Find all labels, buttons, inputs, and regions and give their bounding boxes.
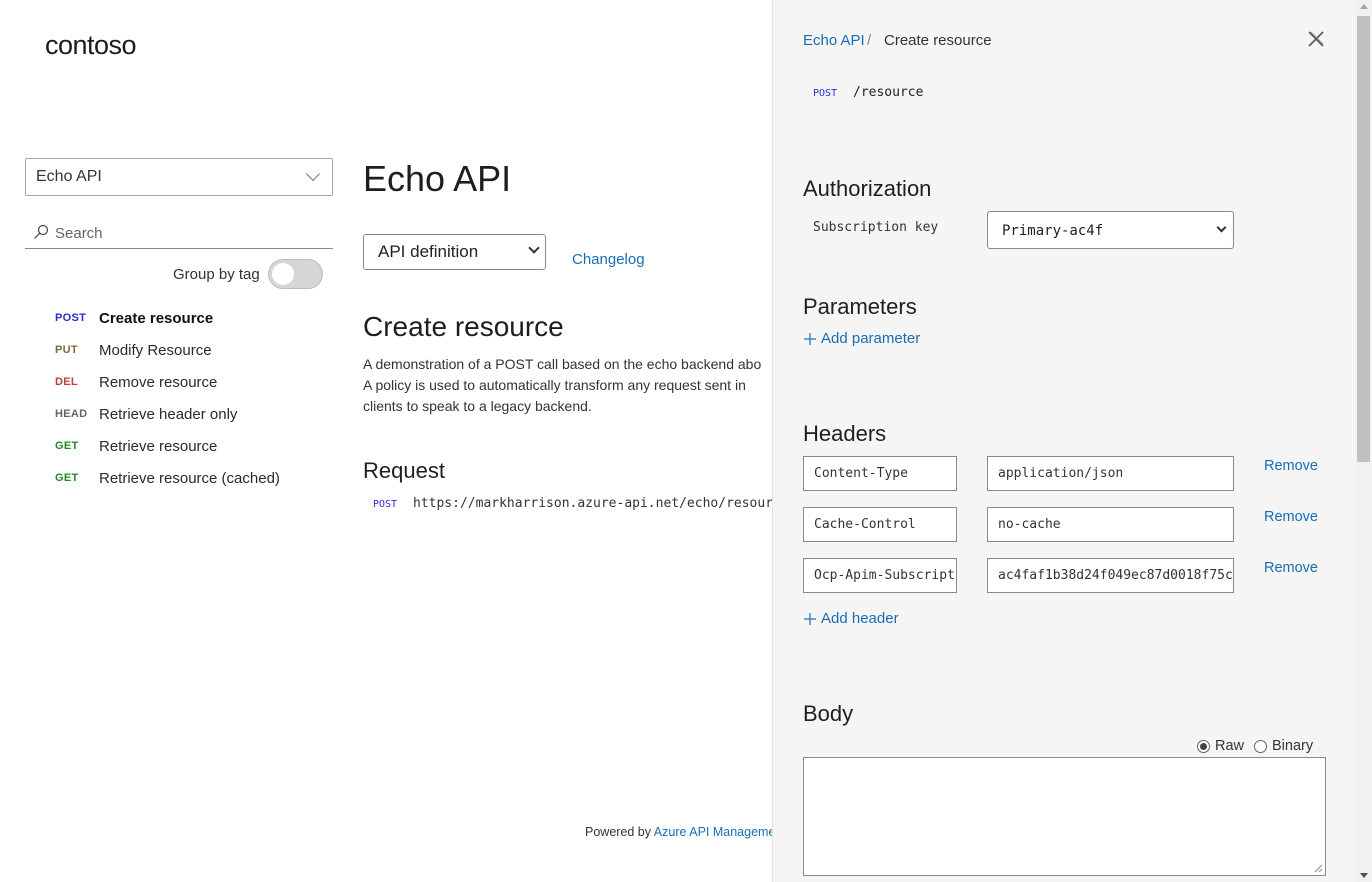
headers-title: Headers <box>803 421 887 446</box>
footer-text: Powered by <box>585 825 654 839</box>
scroll-up-arrow-icon[interactable] <box>1360 4 1368 9</box>
add-parameter-label: Add parameter <box>821 330 921 347</box>
vertical-scrollbar[interactable] <box>1355 0 1372 882</box>
binary-label: Binary <box>1272 738 1314 754</box>
header-value-field[interactable]: no-cache <box>987 507 1234 542</box>
method-badge: GET <box>55 440 79 452</box>
operation-name: Remove resource <box>99 373 218 391</box>
remove-header-button[interactable]: Remove <box>1264 458 1318 474</box>
group-by-tag-toggle[interactable] <box>268 259 323 289</box>
request-url: https://markharrison.azure-api.net/echo/… <box>413 496 772 511</box>
resize-grip-icon[interactable] <box>1313 863 1323 873</box>
footer: Powered by Azure API Management <box>585 825 772 839</box>
plus-icon <box>804 612 816 625</box>
add-header-button[interactable]: Add header <box>803 610 899 627</box>
api-selector-value: Echo API <box>36 168 102 185</box>
breadcrumb-current: Create resource <box>884 32 992 49</box>
try-it-panel: Echo API / Create resource POST /resourc… <box>772 0 1372 882</box>
chevron-down-icon <box>528 242 540 254</box>
scroll-down-arrow-icon[interactable] <box>1360 873 1368 878</box>
api-selector[interactable]: Echo API <box>25 158 333 196</box>
operation-item-retrieve-header-only[interactable]: HEAD Retrieve header only <box>55 398 335 430</box>
toggle-knob <box>272 263 294 285</box>
operation-path: /resource <box>853 85 924 100</box>
operation-name: Create resource <box>99 309 214 327</box>
method-badge: POST <box>55 312 87 324</box>
breadcrumb-api-link[interactable]: Echo API <box>803 32 865 49</box>
method-badge: DEL <box>55 376 78 388</box>
subscription-key-label: Subscription key <box>813 220 939 235</box>
header-value-field[interactable]: ac4faf1b38d24f049ec87d0018f75c <box>987 558 1234 593</box>
operation-name: Retrieve resource (cached) <box>99 469 280 487</box>
authorization-title: Authorization <box>803 176 932 201</box>
chevron-down-icon <box>1216 222 1227 233</box>
operation-item-create-resource[interactable]: POST Create resource <box>55 302 335 334</box>
request-title: Request <box>363 458 445 483</box>
method-badge: PUT <box>55 344 78 356</box>
header-name-field[interactable]: Ocp-Apim-Subscription-Key <box>803 558 957 593</box>
operation-item-modify-resource[interactable]: PUT Modify Resource <box>55 334 335 366</box>
remove-header-button[interactable]: Remove <box>1264 560 1318 576</box>
add-parameter-button[interactable]: Add parameter <box>803 330 920 347</box>
search-icon <box>34 224 49 239</box>
subscription-key-value: Primary-ac4f <box>1002 223 1104 239</box>
operation-name: Modify Resource <box>99 341 212 359</box>
chevron-down-icon <box>305 166 321 182</box>
body-format-options: Raw Binary <box>1197 738 1313 754</box>
method-badge: HEAD <box>55 408 88 420</box>
operation-name: Retrieve resource <box>99 437 218 455</box>
logo: contoso <box>45 30 137 60</box>
plus-icon <box>804 332 816 345</box>
operation-name: Retrieve header only <box>99 405 238 423</box>
operation-item-retrieve-resource[interactable]: GET Retrieve resource <box>55 430 335 462</box>
add-header-label: Add header <box>821 610 899 627</box>
operation-item-remove-resource[interactable]: DEL Remove resource <box>55 366 335 398</box>
close-icon[interactable] <box>1306 29 1326 49</box>
raw-radio[interactable] <box>1197 739 1210 753</box>
raw-label: Raw <box>1215 738 1245 754</box>
subscription-key-select[interactable]: Primary-ac4f <box>987 211 1234 249</box>
operation-title: Create resource <box>363 311 564 342</box>
body-title: Body <box>803 701 854 726</box>
header-value-field[interactable]: application/json <box>987 456 1234 491</box>
changelog-link[interactable]: Changelog <box>572 251 645 268</box>
operation-list: POST Create resource PUT Modify Resource… <box>55 302 335 494</box>
api-definition-value: API definition <box>378 242 479 261</box>
binary-radio[interactable] <box>1254 739 1268 753</box>
scrollbar-thumb[interactable] <box>1357 16 1370 462</box>
remove-header-button[interactable]: Remove <box>1264 509 1318 525</box>
parameters-title: Parameters <box>803 294 917 319</box>
operation-item-retrieve-resource-cached[interactable]: GET Retrieve resource (cached) <box>55 462 335 494</box>
search-box <box>25 216 333 249</box>
header-name-field[interactable]: Cache-Control <box>803 507 957 542</box>
footer-link[interactable]: Azure API Management <box>654 825 772 839</box>
breadcrumb-separator: / <box>867 32 872 49</box>
page-title: Echo API <box>363 158 512 199</box>
group-by-tag-label: Group by tag <box>173 266 260 283</box>
operation-description: A demonstration of a POST call based on … <box>363 356 762 414</box>
header-name-field[interactable]: Content-Type <box>803 456 957 491</box>
request-body-textarea[interactable] <box>803 757 1326 876</box>
search-input[interactable] <box>53 221 323 245</box>
api-definition-select[interactable]: API definition <box>363 234 546 270</box>
request-method-badge: POST <box>373 499 398 510</box>
method-badge: GET <box>55 472 79 484</box>
operation-method-badge: POST <box>813 88 838 99</box>
